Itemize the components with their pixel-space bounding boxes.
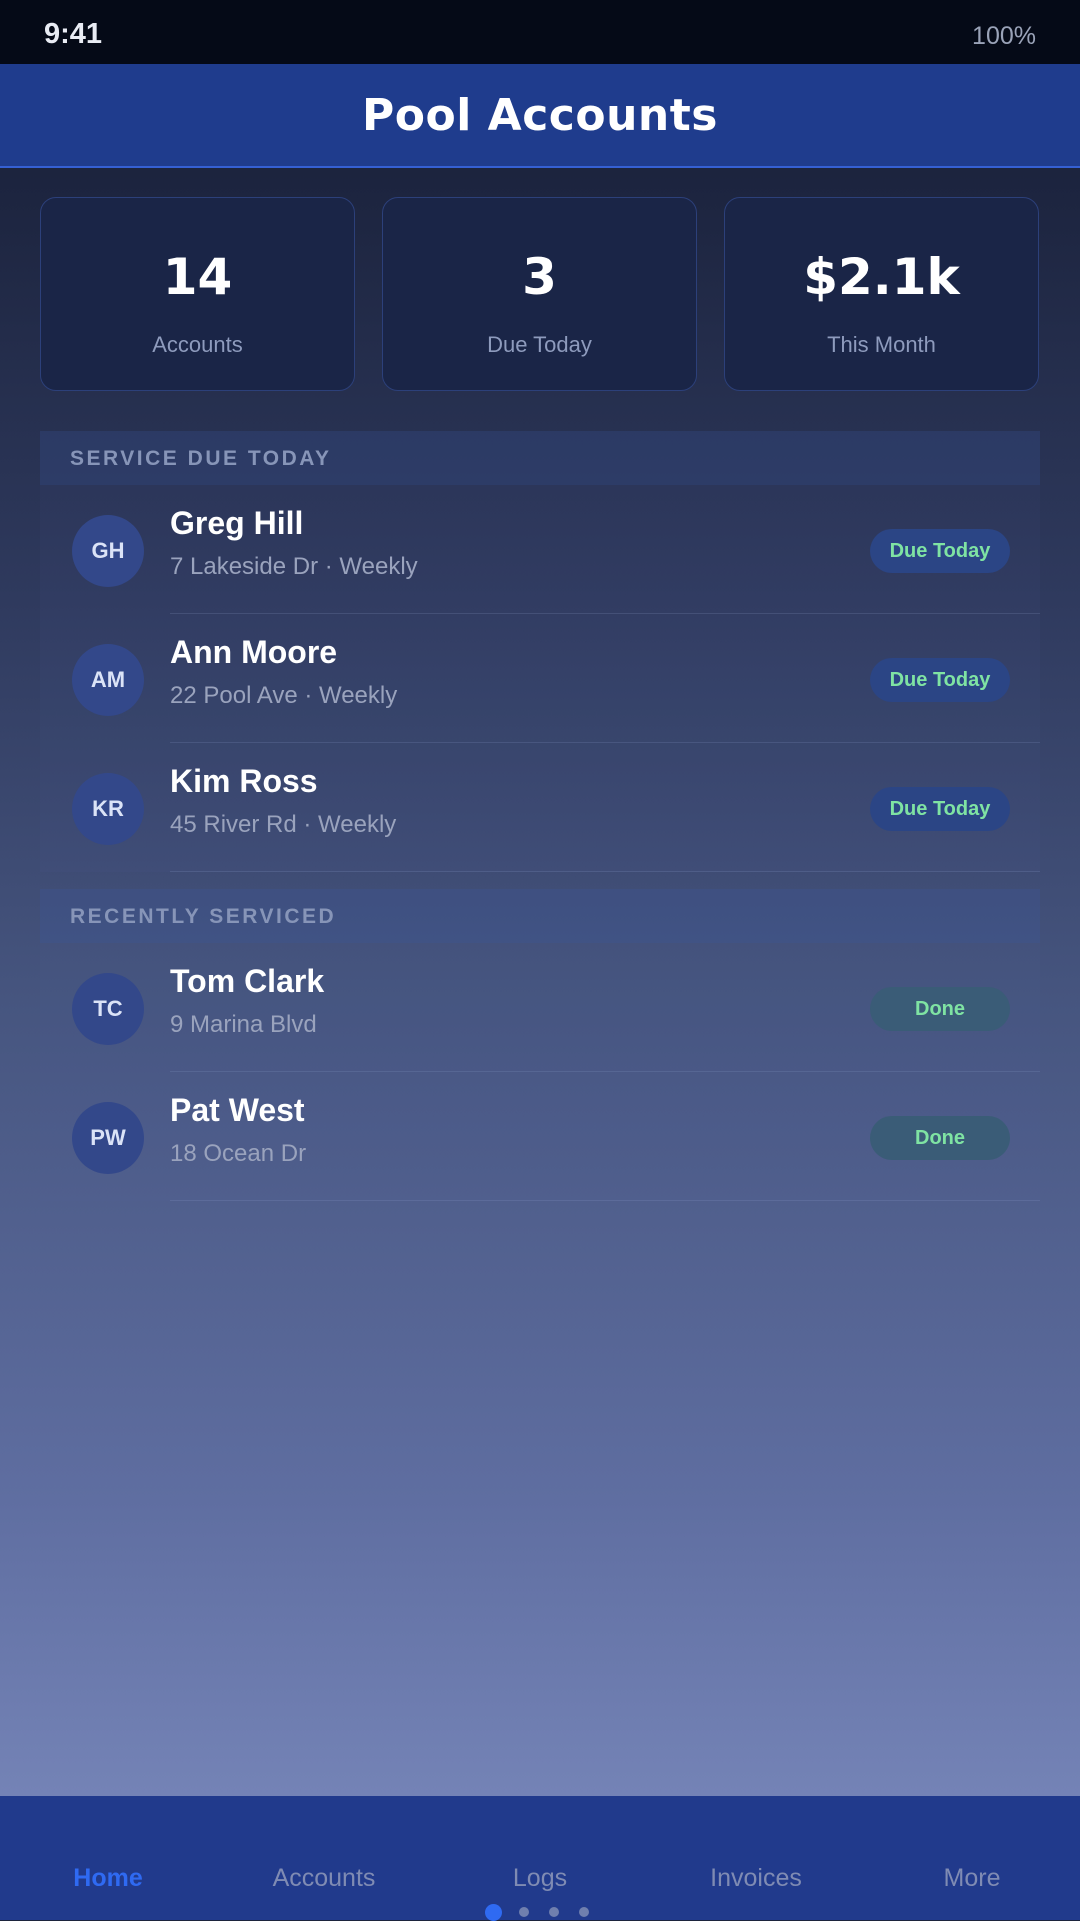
account-address: 7 Lakeside Dr · Weekly: [170, 553, 418, 580]
page-dot[interactable]: [549, 1907, 559, 1917]
status-badge: Done: [870, 987, 1010, 1031]
page-dot[interactable]: [519, 1907, 529, 1917]
section-header: SERVICE DUE TODAY: [40, 431, 1040, 485]
stat-value: $2.1k: [803, 248, 960, 306]
account-name: Tom Clark: [170, 963, 325, 999]
avatar: AM: [72, 644, 144, 716]
page-indicator: [485, 1903, 595, 1921]
nav-item-logs[interactable]: Logs: [432, 1864, 648, 1893]
account-address: 18 Ocean Dr: [170, 1140, 307, 1167]
stat-card-this-month[interactable]: $2.1k This Month: [724, 197, 1039, 391]
recently-serviced-section: RECENTLY SERVICED TC Tom Clark 9 Marina …: [40, 889, 1040, 1201]
avatar: GH: [72, 515, 144, 587]
app-header: Pool Accounts: [0, 64, 1080, 168]
stat-label: This Month: [827, 332, 936, 357]
stat-label: Due Today: [487, 332, 592, 357]
account-name: Kim Ross: [170, 763, 318, 799]
stat-value: 14: [162, 248, 233, 306]
status-time: 9:41: [44, 18, 103, 50]
account-address: 45 River Rd · Weekly: [170, 811, 397, 838]
status-badge: Due Today: [870, 658, 1010, 702]
status-badge: Done: [870, 1116, 1010, 1160]
section-title: RECENTLY SERVICED: [70, 905, 337, 928]
account-row[interactable]: AM Ann Moore 22 Pool Ave · Weekly Due To…: [40, 614, 1040, 743]
status-bar: 9:41 100%: [0, 0, 1080, 64]
stat-label: Accounts: [152, 332, 243, 357]
nav-item-home[interactable]: Home: [0, 1864, 216, 1893]
account-address: 9 Marina Blvd: [170, 1011, 317, 1038]
status-badge: Due Today: [870, 787, 1010, 831]
section-header: RECENTLY SERVICED: [40, 889, 1040, 943]
account-row[interactable]: TC Tom Clark 9 Marina Blvd Done: [40, 943, 1040, 1072]
nav-item-invoices[interactable]: Invoices: [648, 1864, 864, 1893]
stat-card-due-today[interactable]: 3 Due Today: [382, 197, 697, 391]
service-due-section: SERVICE DUE TODAY GH Greg Hill 7 Lakesid…: [40, 431, 1040, 872]
avatar: TC: [72, 973, 144, 1045]
account-row[interactable]: GH Greg Hill 7 Lakeside Dr · Weekly Due …: [40, 485, 1040, 614]
bottom-nav: Home Accounts Logs Invoices More: [0, 1796, 1080, 1920]
account-name: Pat West: [170, 1092, 305, 1128]
battery-level: 100%: [972, 22, 1036, 50]
account-row[interactable]: KR Kim Ross 45 River Rd · Weekly Due Tod…: [40, 743, 1040, 872]
avatar: PW: [72, 1102, 144, 1174]
section-title: SERVICE DUE TODAY: [70, 447, 332, 470]
account-name: Greg Hill: [170, 505, 304, 541]
nav-item-accounts[interactable]: Accounts: [216, 1864, 432, 1893]
account-name: Ann Moore: [170, 634, 338, 670]
account-row[interactable]: PW Pat West 18 Ocean Dr Done: [40, 1072, 1040, 1201]
nav-item-more[interactable]: More: [864, 1864, 1080, 1893]
page-dot[interactable]: [579, 1907, 589, 1917]
status-badge: Due Today: [870, 529, 1010, 573]
stats-summary: 14 Accounts 3 Due Today $2.1k This Month: [40, 197, 1040, 393]
stat-card-accounts[interactable]: 14 Accounts: [40, 197, 355, 391]
account-address: 22 Pool Ave · Weekly: [170, 682, 398, 709]
page-title: Pool Accounts: [362, 89, 718, 141]
stat-value: 3: [522, 248, 557, 306]
page-dot[interactable]: [485, 1904, 502, 1921]
avatar: KR: [72, 773, 144, 845]
